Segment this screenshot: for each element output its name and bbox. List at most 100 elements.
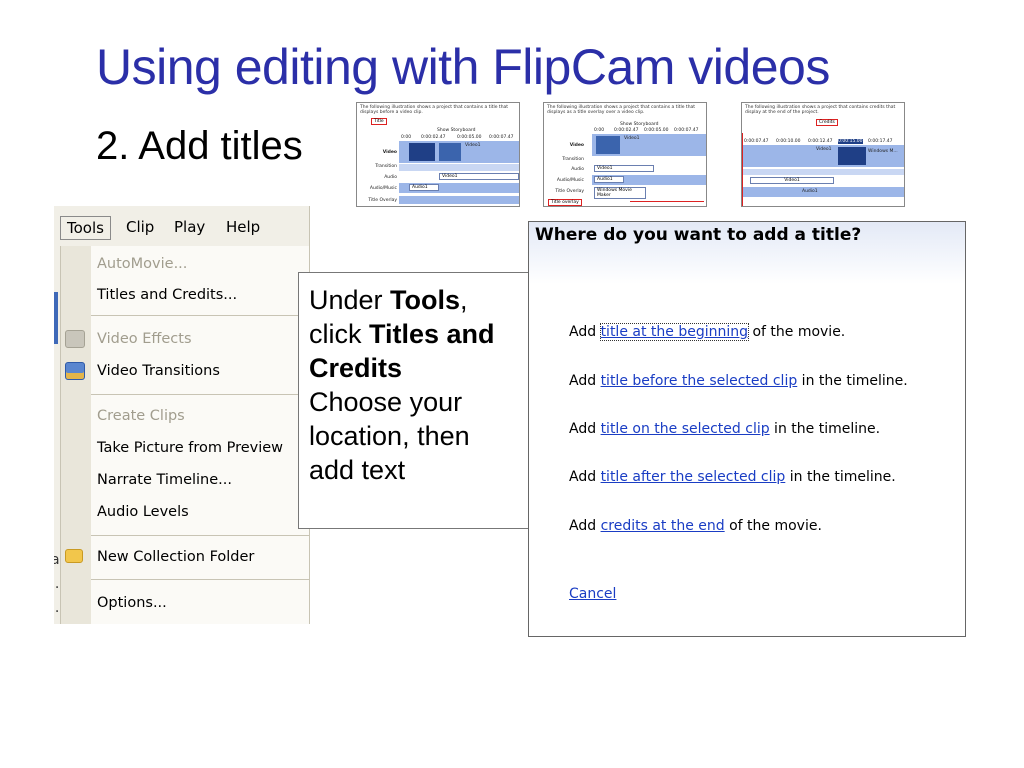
thumbnail-caption: The following illustration shows a proje…	[360, 105, 509, 115]
thumbnail-caption: The following illustration shows a proje…	[547, 105, 696, 115]
menu-item-titles-and-credits[interactable]: Titles and Credits...	[97, 287, 237, 303]
track-label: Audio/Music	[369, 186, 397, 191]
menu-item-video-transitions[interactable]: Video Transitions	[97, 363, 220, 379]
music-clip: Audio1	[409, 184, 439, 191]
link-credits-end[interactable]: credits at the end	[601, 518, 725, 534]
time-tick: 0:00:12.47	[808, 139, 833, 144]
menu-item-take-picture[interactable]: Take Picture from Preview	[97, 440, 283, 456]
new-folder-icon	[65, 549, 83, 563]
menu-icon-column	[61, 246, 91, 624]
menu-help[interactable]: Help	[220, 216, 266, 238]
callout-text: click	[309, 319, 369, 349]
transition-track	[742, 169, 904, 175]
option-text: in the timeline.	[785, 469, 896, 485]
menu-separator	[91, 315, 309, 316]
track-label: Title Overlay	[368, 198, 397, 203]
link-title-beginning[interactable]: title at the beginning	[599, 323, 750, 341]
option-title-after: Add title after the selected clip in the…	[569, 469, 896, 485]
option-text: Add	[569, 421, 601, 437]
time-tick: 0:00:05.00	[457, 135, 482, 140]
time-tick: 0:00:02.47	[421, 135, 446, 140]
video-clip-label: Video1	[624, 136, 640, 141]
video-clip-thumb	[596, 136, 620, 154]
menu-bar: Tools Clip Play Help	[54, 206, 309, 246]
menu-item-options[interactable]: Options...	[97, 595, 167, 611]
menu-separator	[91, 394, 309, 395]
callout-text: Under	[309, 285, 391, 315]
option-text: of the movie.	[724, 518, 822, 534]
option-text: in the timeline.	[769, 421, 881, 437]
callout-text: ,	[460, 285, 468, 315]
audio-clip: Video1	[594, 165, 654, 172]
option-text: of the movie.	[748, 324, 846, 340]
option-credits-end: Add credits at the end of the movie.	[569, 518, 822, 534]
thumbnail-title-before-clip: The following illustration shows a proje…	[356, 102, 520, 207]
time-tick: 0:00:05.00	[644, 128, 669, 133]
slide-title: Using editing with FlipCam videos	[96, 39, 830, 95]
edge-fragment: a	[54, 552, 60, 568]
menu-item-automovie[interactable]: AutoMovie...	[97, 256, 187, 272]
time-tick: 0:00:02.47	[614, 128, 639, 133]
storyboard-toggle[interactable]: Show Storyboard	[437, 128, 475, 133]
time-tick: 0:00	[594, 128, 605, 133]
menu-item-audio-levels[interactable]: Audio Levels	[97, 504, 189, 520]
track-label: Video	[569, 143, 584, 148]
option-text: Add	[569, 518, 601, 534]
time-tick: 0:00:17.47	[868, 139, 893, 144]
dialog-title: Where do you want to add a title?	[535, 225, 862, 245]
menu-play[interactable]: Play	[168, 216, 211, 238]
track-label: Audio	[384, 175, 397, 180]
overlay-clip: Windows Movie Maker	[594, 187, 646, 199]
slide-subtitle: 2. Add titles	[96, 124, 303, 168]
menu-item-narrate-timeline[interactable]: Narrate Timeline...	[97, 472, 232, 488]
video-clip-label: Video1	[816, 147, 832, 152]
option-title-on: Add title on the selected clip in the ti…	[569, 421, 880, 437]
video-effects-icon	[65, 330, 85, 348]
window-edge-accent	[54, 292, 58, 344]
link-title-before[interactable]: title before the selected clip	[601, 373, 798, 389]
option-text: Add	[569, 373, 601, 389]
thumbnail-caption: The following illustration shows a proje…	[745, 105, 896, 115]
menu-tools[interactable]: Tools	[60, 216, 111, 240]
credits-tag: Credits	[816, 119, 838, 126]
edge-fragment: l.	[54, 576, 60, 592]
time-tick: 0:00:15.00	[838, 139, 863, 144]
dialog-header: Where do you want to add a title?	[529, 222, 965, 284]
title-overlay-track	[399, 196, 519, 204]
option-text: in the timeline.	[797, 373, 908, 389]
video-transitions-icon	[65, 362, 85, 380]
option-title-beginning: Add title at the beginning of the movie.	[569, 323, 846, 341]
video-clip-label: Video1	[465, 143, 481, 148]
callout-bold-tools: Tools	[390, 285, 461, 315]
track-label: Transition	[375, 164, 397, 169]
link-title-on[interactable]: title on the selected clip	[601, 421, 770, 437]
highlight-line	[742, 133, 743, 206]
menu-item-video-effects[interactable]: Video Effects	[97, 331, 192, 347]
edge-fragment: l.	[54, 600, 60, 616]
music-clip: Audio1	[594, 176, 624, 183]
menu-separator	[91, 535, 309, 536]
title-clip-label: Windows M...	[868, 149, 898, 154]
time-tick: 0:00:07.47	[489, 135, 514, 140]
cancel-link[interactable]: Cancel	[569, 586, 616, 602]
option-title-before: Add title before the selected clip in th…	[569, 373, 908, 389]
track-label: Transition	[562, 157, 584, 162]
tools-menu-window: Tools Clip Play Help a l. l. AutoMovie..…	[54, 206, 310, 624]
transition-track	[399, 164, 519, 171]
credits-clip	[838, 147, 866, 165]
menu-clip[interactable]: Clip	[120, 216, 160, 238]
music-track	[742, 187, 904, 197]
menu-item-new-collection-folder[interactable]: New Collection Folder	[97, 549, 254, 565]
time-tick: 0:00	[401, 135, 412, 140]
storyboard-toggle[interactable]: Show Storyboard	[620, 122, 658, 127]
menu-item-create-clips[interactable]: Create Clips	[97, 408, 185, 424]
thumbnail-credits-end: The following illustration shows a proje…	[741, 102, 905, 207]
title-tag: Title	[371, 118, 387, 125]
video-clip-thumb	[439, 143, 461, 161]
track-label: Audio	[571, 167, 584, 172]
highlight-line	[630, 201, 704, 202]
link-title-after[interactable]: title after the selected clip	[601, 469, 786, 485]
option-text: Add	[569, 469, 601, 485]
title-clip	[409, 143, 435, 161]
title-overlay-tag: Title overlay	[548, 199, 582, 206]
